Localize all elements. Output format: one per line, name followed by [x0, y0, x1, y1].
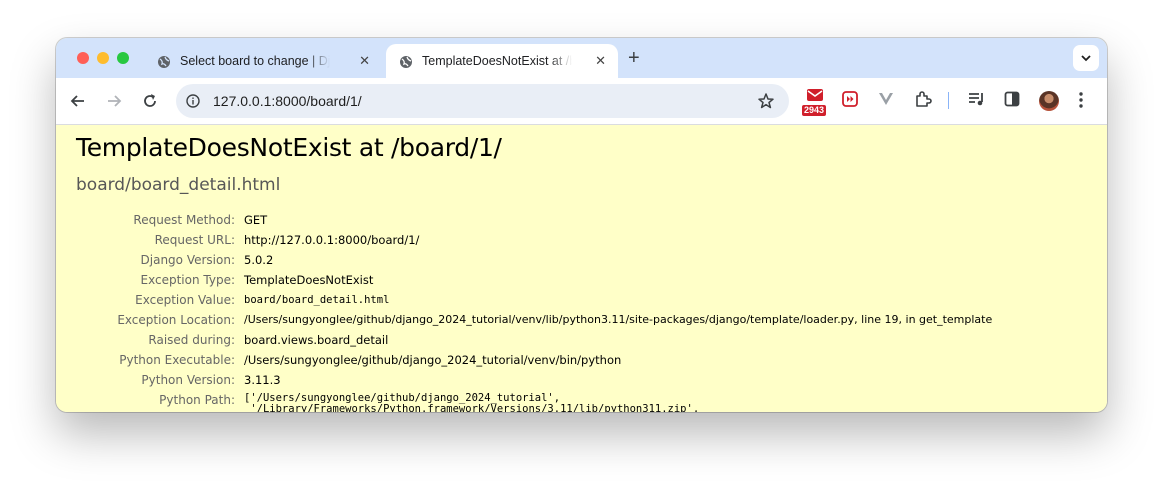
back-arrow-icon[interactable]	[68, 91, 88, 111]
tab-title: Select board to change | Django site adm…	[180, 54, 330, 68]
globe-icon	[400, 56, 412, 68]
toolbar-divider	[948, 92, 949, 109]
close-icon[interactable]: ✕	[359, 54, 370, 68]
meta-row: Exception Location: /Users/sungyonglee/g…	[76, 311, 1076, 331]
mail-count-badge: 2943	[802, 105, 827, 116]
address-bar[interactable]: 127.0.0.1:8000/board/1/	[176, 84, 789, 118]
chevron-down-icon	[1081, 55, 1091, 62]
profile-avatar[interactable]	[1039, 91, 1059, 111]
mail-extension-icon[interactable]	[806, 88, 824, 102]
meta-row: Python Version: 3.11.3	[76, 371, 1076, 391]
video-extension-icon[interactable]	[842, 91, 858, 107]
meta-value: board.views.board_detail	[244, 333, 389, 347]
more-menu-icon[interactable]	[1078, 91, 1084, 109]
meta-key: Python Path:	[159, 393, 235, 407]
close-icon[interactable]: ✕	[595, 54, 606, 68]
meta-key: Request Method:	[133, 213, 235, 227]
page-content: TemplateDoesNotExist at /board/1/ board/…	[56, 125, 1107, 412]
meta-row: Exception Value: board/board_detail.html	[76, 291, 1076, 311]
close-window-button[interactable]	[77, 52, 89, 64]
meta-key: Raised during:	[148, 333, 235, 347]
tab-title: TemplateDoesNotExist at /board/1/	[422, 54, 572, 68]
meta-key: Django Version:	[140, 253, 235, 267]
meta-row: Python Executable: /Users/sungyonglee/gi…	[76, 351, 1076, 371]
tab-admin[interactable]: Select board to change | Django site adm…	[144, 44, 382, 78]
error-subtitle: board/board_detail.html	[76, 175, 281, 195]
globe-icon	[158, 56, 170, 68]
meta-row: Request Method: GET	[76, 211, 1076, 231]
toolbar: 127.0.0.1:8000/board/1/ 2943	[56, 78, 1107, 125]
python-path-value: ['/Users/sungyonglee/github/django_2024_…	[244, 393, 700, 413]
browser-window: Select board to change | Django site adm…	[56, 38, 1107, 412]
meta-key: Python Executable:	[119, 353, 235, 367]
side-panel-icon[interactable]	[1004, 91, 1020, 107]
meta-value: GET	[244, 213, 268, 227]
meta-row: Exception Type: TemplateDoesNotExist	[76, 271, 1076, 291]
tab-search-button[interactable]	[1073, 45, 1099, 71]
tab-bar: Select board to change | Django site adm…	[56, 38, 1107, 78]
meta-key: Python Version:	[141, 373, 235, 387]
meta-value: 5.0.2	[244, 253, 274, 267]
meta-value: /Users/sungyonglee/github/django_2024_tu…	[244, 313, 993, 326]
meta-row: Django Version: 5.0.2	[76, 251, 1076, 271]
bookmark-star-icon[interactable]	[757, 92, 775, 110]
meta-row: Python Path: ['/Users/sungyonglee/github…	[76, 391, 1076, 413]
new-tab-button[interactable]: +	[628, 47, 640, 69]
meta-value: TemplateDoesNotExist	[244, 273, 374, 287]
vue-devtools-icon[interactable]	[878, 92, 894, 106]
reload-icon[interactable]	[140, 91, 160, 111]
reading-list-icon[interactable]	[968, 91, 986, 107]
meta-key: Exception Type:	[140, 273, 235, 287]
url-text[interactable]: 127.0.0.1:8000/board/1/	[213, 93, 362, 109]
meta-row: Request URL: http://127.0.0.1:8000/board…	[76, 231, 1076, 251]
meta-key: Exception Value:	[135, 293, 235, 307]
meta-value: 3.11.3	[244, 373, 281, 387]
tab-error[interactable]: TemplateDoesNotExist at /board/1/ ✕	[386, 44, 618, 78]
info-icon[interactable]	[186, 94, 200, 108]
zoom-window-button[interactable]	[117, 52, 129, 64]
meta-value: /Users/sungyonglee/github/django_2024_tu…	[244, 353, 622, 367]
error-title: TemplateDoesNotExist at /board/1/	[76, 133, 502, 162]
meta-key: Exception Location:	[117, 313, 235, 327]
minimize-window-button[interactable]	[97, 52, 109, 64]
meta-key: Request URL:	[154, 233, 235, 247]
meta-row: Raised during: board.views.board_detail	[76, 331, 1076, 351]
forward-arrow-icon[interactable]	[104, 91, 124, 111]
python-path-line: '/Library/Frameworks/Python.framework/Ve…	[244, 403, 700, 413]
meta-value: http://127.0.0.1:8000/board/1/	[244, 233, 420, 247]
meta-value: board/board_detail.html	[244, 294, 390, 306]
puzzle-extensions-icon[interactable]	[914, 90, 932, 108]
